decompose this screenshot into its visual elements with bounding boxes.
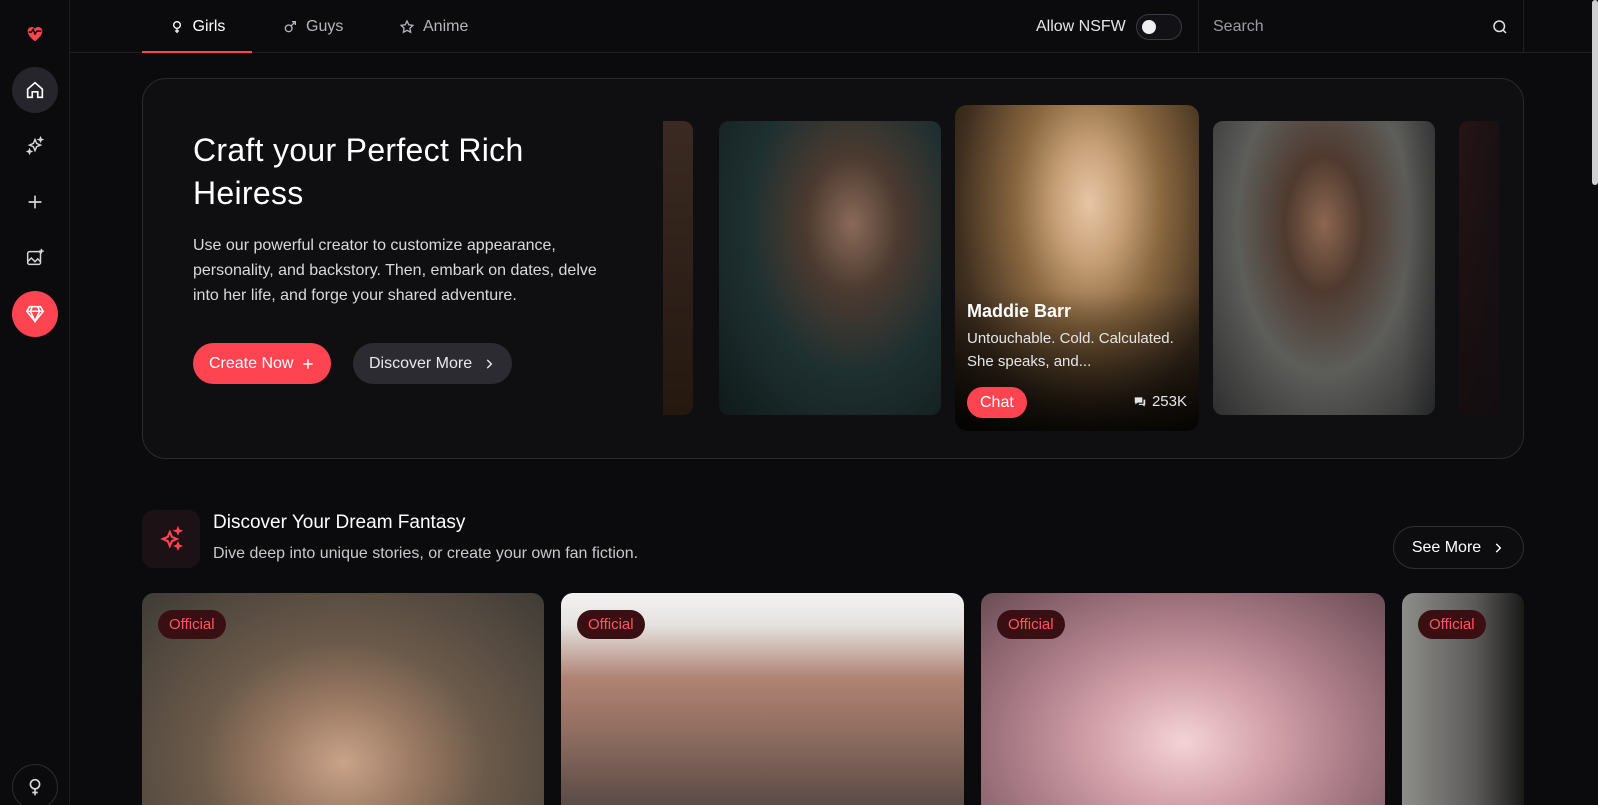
tab-girls[interactable]: Girls bbox=[142, 0, 252, 53]
hero-description: Use our powerful creator to customize ap… bbox=[193, 237, 597, 304]
chevron-right-icon bbox=[486, 358, 493, 369]
carousel-card-portrait[interactable] bbox=[1213, 121, 1435, 415]
diamond-icon[interactable] bbox=[12, 291, 58, 337]
carousel-card-portrait[interactable] bbox=[719, 121, 941, 415]
story-card[interactable]: Official bbox=[561, 593, 964, 805]
button-label: Discover More bbox=[369, 354, 473, 372]
female-icon bbox=[172, 20, 181, 33]
section-subtitle: Dive deep into unique stories, or create… bbox=[213, 545, 639, 562]
story-card[interactable]: Official bbox=[1402, 593, 1524, 805]
official-badge: Official bbox=[1418, 610, 1486, 639]
button-label: See More bbox=[1411, 538, 1482, 556]
tab-label: Girls bbox=[192, 17, 226, 35]
carousel-card-partial[interactable] bbox=[663, 121, 693, 415]
official-badge: Official bbox=[577, 610, 645, 639]
hero-banner: Craft your Perfect Rich Heiress Use our … bbox=[142, 78, 1524, 459]
button-label: Create Now bbox=[209, 354, 294, 372]
chat-count-value: 253K bbox=[1151, 393, 1187, 410]
nsfw-toggle[interactable] bbox=[1135, 13, 1182, 40]
tab-anime[interactable]: Anime bbox=[399, 0, 468, 53]
chat-button[interactable]: Chat bbox=[967, 387, 1027, 418]
character-description: Untouchable. Cold. Calculated. She speak… bbox=[967, 330, 1174, 370]
male-icon bbox=[284, 20, 296, 32]
sidebar bbox=[0, 0, 70, 805]
search-input[interactable] bbox=[1213, 17, 1491, 36]
toggle-knob bbox=[1141, 19, 1156, 34]
story-card[interactable]: Official bbox=[981, 593, 1385, 805]
see-more-button[interactable]: See More bbox=[1393, 526, 1524, 569]
character-name: Maddie Barr bbox=[967, 301, 1072, 321]
discover-more-button[interactable]: Discover More bbox=[353, 343, 513, 384]
tab-label: Anime bbox=[423, 17, 469, 35]
chat-count: 253K bbox=[1133, 393, 1187, 410]
carousel-fade-right bbox=[1403, 79, 1523, 458]
star-icon bbox=[399, 18, 415, 33]
section-sparkles-icon bbox=[142, 510, 200, 568]
search-icon[interactable] bbox=[1491, 18, 1509, 36]
carousel-card-featured[interactable]: Maddie Barr Untouchable. Cold. Calculate… bbox=[955, 105, 1199, 431]
official-badge: Official bbox=[158, 610, 226, 639]
logo-heart-icon[interactable] bbox=[12, 10, 58, 56]
official-badge: Official bbox=[997, 610, 1065, 639]
chevron-right-icon bbox=[1495, 542, 1502, 553]
section-title: Discover Your Dream Fantasy bbox=[213, 512, 466, 533]
app-root: Girls Guys Anime Allow NSFW Craft your P… bbox=[0, 0, 1598, 805]
home-icon[interactable] bbox=[12, 67, 58, 113]
story-card[interactable]: Official bbox=[142, 593, 544, 805]
nsfw-label: Allow NSFW bbox=[1036, 17, 1126, 35]
tab-guys[interactable]: Guys bbox=[282, 0, 343, 53]
sparkles-icon[interactable] bbox=[12, 123, 58, 169]
plus-icon bbox=[303, 358, 314, 369]
hero-title: Craft your Perfect Rich Heiress bbox=[193, 132, 524, 211]
female-icon[interactable] bbox=[12, 764, 58, 805]
plus-icon[interactable] bbox=[12, 179, 58, 225]
top-bar: Girls Guys Anime Allow NSFW bbox=[70, 0, 1598, 53]
search-box bbox=[1198, 0, 1524, 53]
nsfw-setting: Allow NSFW bbox=[1036, 0, 1182, 53]
create-now-button[interactable]: Create Now bbox=[193, 343, 332, 384]
chat-bubbles-icon bbox=[1134, 396, 1146, 407]
page-scrollbar[interactable] bbox=[1592, 0, 1598, 185]
image-generate-icon[interactable] bbox=[12, 235, 58, 281]
tab-label: Guys bbox=[306, 17, 344, 35]
